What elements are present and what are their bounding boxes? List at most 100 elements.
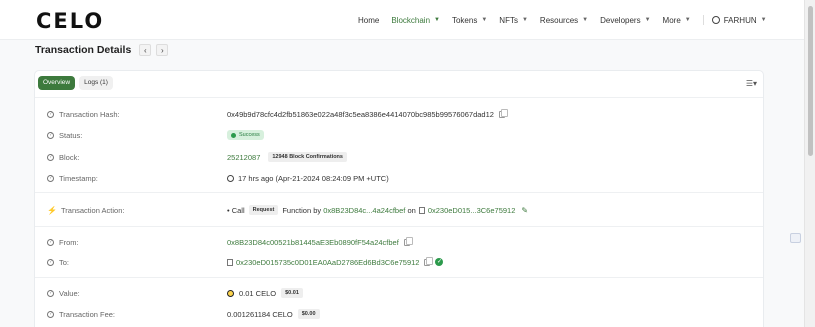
question-icon: ? bbox=[47, 258, 54, 266]
user-menu[interactable]: FARHUN ▼ bbox=[711, 15, 767, 25]
row-value: ? Value: 0.01 CELO $0.01 bbox=[35, 285, 763, 301]
value-amount: 0.01 CELO bbox=[239, 288, 277, 298]
block-number-link[interactable]: 25212087 bbox=[227, 153, 260, 162]
pencil-icon[interactable]: ✎ bbox=[521, 206, 528, 215]
action-prefix: • Call bbox=[227, 205, 245, 215]
transaction-action-label: Transaction Action: bbox=[60, 205, 125, 215]
action-to-link[interactable]: 0x230eD015...3C6e75912 bbox=[428, 206, 516, 215]
celo-token-icon bbox=[227, 289, 234, 297]
transaction-fee-label: Transaction Fee: bbox=[59, 309, 115, 319]
row-status: ? Status: Success bbox=[35, 127, 763, 143]
question-icon: ? bbox=[47, 289, 54, 297]
fee-usd-badge: $0.00 bbox=[297, 309, 320, 319]
row-from: ? From: 0x8B23D84c00521b81445aE3Eb0890fF5… bbox=[35, 234, 763, 250]
timestamp-label: Timestamp: bbox=[59, 173, 98, 183]
question-icon: ? bbox=[47, 310, 54, 318]
clock-icon bbox=[227, 174, 234, 182]
row-transaction-hash: ? Transaction Hash: 0x49b9d78cfc4d2fb5186… bbox=[35, 106, 763, 122]
fee-amount: 0.001261184 CELO bbox=[227, 309, 293, 319]
nav-developers-label: Developers bbox=[600, 15, 641, 25]
nav-resources[interactable]: Resources ▼ bbox=[540, 16, 588, 25]
nav-blockchain-label: Blockchain bbox=[391, 15, 431, 25]
question-icon: ? bbox=[47, 153, 54, 161]
status-badge: Success bbox=[227, 130, 264, 140]
next-transaction-button[interactable]: › bbox=[156, 44, 169, 56]
question-icon: ? bbox=[47, 238, 54, 246]
tab-logs[interactable]: Logs (1) bbox=[79, 76, 113, 90]
user-circle-icon bbox=[711, 16, 720, 24]
chevron-down-icon: ▼ bbox=[684, 17, 691, 23]
confirmations-badge: 12948 Block Confirmations bbox=[268, 152, 347, 162]
question-icon: ? bbox=[47, 131, 54, 139]
timestamp-value: 17 hrs ago (Apr-21-2024 08:24:09 PM +UTC… bbox=[238, 173, 389, 183]
chevron-down-icon: ▼ bbox=[521, 17, 528, 23]
row-transaction-action: ⚡ Transaction Action: • Call Request Func… bbox=[35, 202, 763, 218]
nav-nfts-label: NFTs bbox=[499, 15, 518, 25]
nav-nfts[interactable]: NFTs ▼ bbox=[499, 16, 528, 25]
function-by-text: Function by bbox=[282, 205, 322, 215]
nav-separator bbox=[702, 15, 704, 25]
nav-tokens[interactable]: Tokens ▼ bbox=[452, 16, 487, 25]
from-label: From: bbox=[59, 237, 79, 247]
divider bbox=[35, 97, 763, 98]
divider bbox=[35, 226, 763, 227]
chevron-down-icon: ▼ bbox=[481, 17, 488, 23]
to-label: To: bbox=[59, 257, 70, 267]
page-header: Transaction Details ‹ › bbox=[35, 44, 169, 56]
action-from-link[interactable]: 0x8B23D84c...4a24cfbef bbox=[323, 206, 405, 215]
transaction-card: Overview Logs (1) ☰▾ ? Transaction Hash: … bbox=[34, 70, 764, 327]
chevron-right-icon: › bbox=[160, 45, 164, 55]
block-label: Block: bbox=[59, 152, 80, 162]
copy-icon[interactable] bbox=[498, 108, 508, 118]
on-text: on bbox=[407, 205, 416, 215]
verified-check-icon: ✓ bbox=[435, 258, 444, 266]
row-to: ? To: 0x230eD015735c0D01EA0AaD2786Ed6Bd3C… bbox=[35, 254, 763, 270]
nav-resources-label: Resources bbox=[539, 15, 579, 25]
feedback-icon[interactable] bbox=[790, 233, 801, 243]
row-transaction-fee: ? Transaction Fee: 0.001261184 CELO $0.00 bbox=[35, 306, 763, 322]
divider bbox=[35, 277, 763, 278]
scrollbar-thumb[interactable] bbox=[808, 6, 813, 156]
transaction-hash-value: 0x49b9d78cfc4d2fb51863e022a48f3c5ea8386e… bbox=[227, 109, 494, 119]
copy-icon[interactable] bbox=[424, 256, 434, 266]
nav-tokens-label: Tokens bbox=[451, 15, 478, 25]
from-address-link[interactable]: 0x8B23D84c00521b81445aE3Eb0890fF54a24cfb… bbox=[227, 238, 399, 247]
nav-home[interactable]: Home bbox=[358, 16, 379, 25]
page-scrollbar[interactable] bbox=[804, 0, 815, 327]
main-nav: Home Blockchain ▼ Tokens ▼ NFTs ▼ Resources… bbox=[358, 15, 779, 25]
user-name: FARHUN bbox=[723, 15, 757, 25]
contract-icon bbox=[227, 258, 233, 266]
question-icon: ? bbox=[47, 174, 54, 182]
chevron-down-icon: ▼ bbox=[644, 17, 651, 23]
to-address-link[interactable]: 0x230eD015735c0D01EA0AaD2786Ed6Bd3C6e759… bbox=[236, 258, 419, 267]
nav-blockchain[interactable]: Blockchain ▼ bbox=[391, 16, 440, 25]
nav-more[interactable]: More ▼ bbox=[663, 16, 691, 25]
chevron-left-icon: ‹ bbox=[143, 45, 147, 55]
celo-logo[interactable]: CELO bbox=[36, 11, 104, 32]
method-badge: Request bbox=[248, 205, 279, 215]
nav-more-label: More bbox=[662, 15, 681, 25]
divider bbox=[35, 192, 763, 193]
value-label: Value: bbox=[59, 288, 80, 298]
prev-transaction-button[interactable]: ‹ bbox=[139, 44, 152, 56]
status-label: Status: bbox=[59, 130, 83, 140]
tab-overview[interactable]: Overview bbox=[38, 76, 76, 90]
chevron-down-icon: ▼ bbox=[434, 17, 440, 23]
row-block: ? Block: 25212087 12948 Block Confirmation… bbox=[35, 149, 763, 165]
list-options-icon[interactable]: ☰▾ bbox=[746, 79, 757, 88]
chevron-down-icon: ▼ bbox=[760, 17, 767, 23]
contract-icon bbox=[418, 206, 425, 214]
question-icon: ? bbox=[47, 110, 54, 118]
lightning-icon: ⚡ bbox=[47, 205, 57, 215]
copy-icon[interactable] bbox=[403, 236, 413, 246]
row-timestamp: ? Timestamp: 17 hrs ago (Apr-21-2024 08:2… bbox=[35, 170, 763, 186]
check-icon bbox=[231, 132, 236, 138]
status-value: Success bbox=[239, 132, 260, 138]
top-navbar: CELO Home Blockchain ▼ Tokens ▼ NFTs ▼ Reso… bbox=[0, 0, 804, 40]
nav-home-label: Home bbox=[358, 15, 380, 25]
value-usd-badge: $0.01 bbox=[281, 288, 303, 298]
transaction-hash-label: Transaction Hash: bbox=[59, 109, 120, 119]
page-title: Transaction Details bbox=[35, 44, 132, 56]
nav-developers[interactable]: Developers ▼ bbox=[600, 16, 650, 25]
chevron-down-icon: ▼ bbox=[582, 17, 589, 23]
